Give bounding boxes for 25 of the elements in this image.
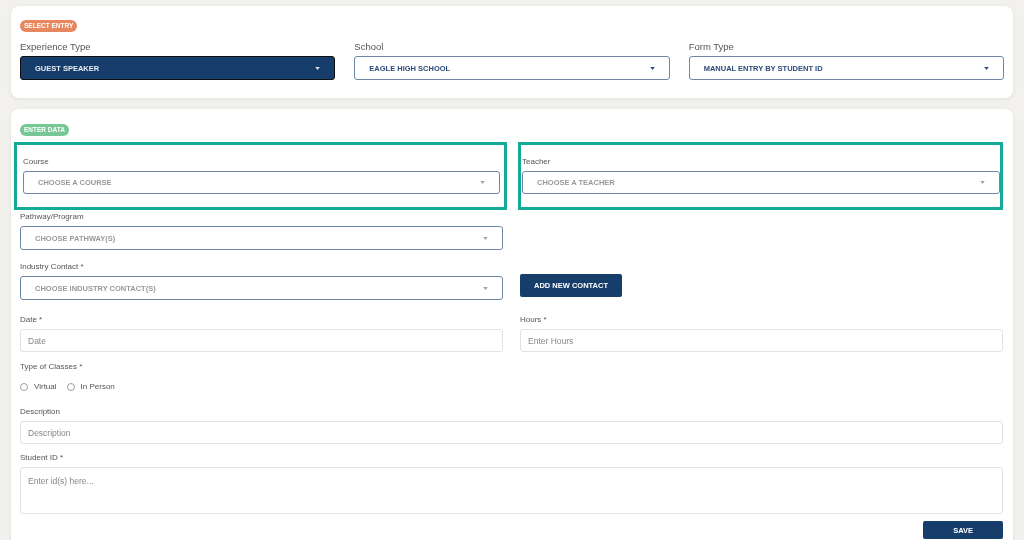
input-field[interactable]: Description: [20, 421, 1003, 444]
field-label: Industry Contact *: [20, 262, 84, 272]
caret-icon: [984, 66, 989, 70]
field-label: Experience Type: [20, 41, 91, 53]
field-label: Pathway/Program: [20, 212, 84, 222]
caret-icon: [480, 181, 485, 184]
radio-option[interactable]: In Person: [66, 382, 115, 391]
input-field[interactable]: Enter Hours: [520, 329, 1003, 352]
caret-icon: [315, 66, 321, 70]
caret-icon: [980, 181, 985, 184]
field-label: Course: [23, 157, 49, 167]
text-area[interactable]: Enter id(s) here...: [20, 467, 1003, 514]
field-label: Date *: [20, 315, 43, 325]
field-label: Teacher: [522, 157, 551, 167]
caret-icon: [483, 286, 488, 290]
field-label: Form Type: [688, 41, 734, 53]
radio-option[interactable]: Virtual: [20, 382, 57, 391]
input-field[interactable]: Date: [20, 329, 503, 352]
caret-icon: [649, 66, 655, 70]
field-label: Type of Classes *: [20, 362, 83, 372]
field-label: Student ID *: [20, 453, 64, 463]
field-label: Hours *: [520, 315, 547, 325]
caret-icon: [483, 236, 488, 240]
field-label: School: [354, 41, 384, 53]
field-label: Description: [20, 407, 60, 417]
